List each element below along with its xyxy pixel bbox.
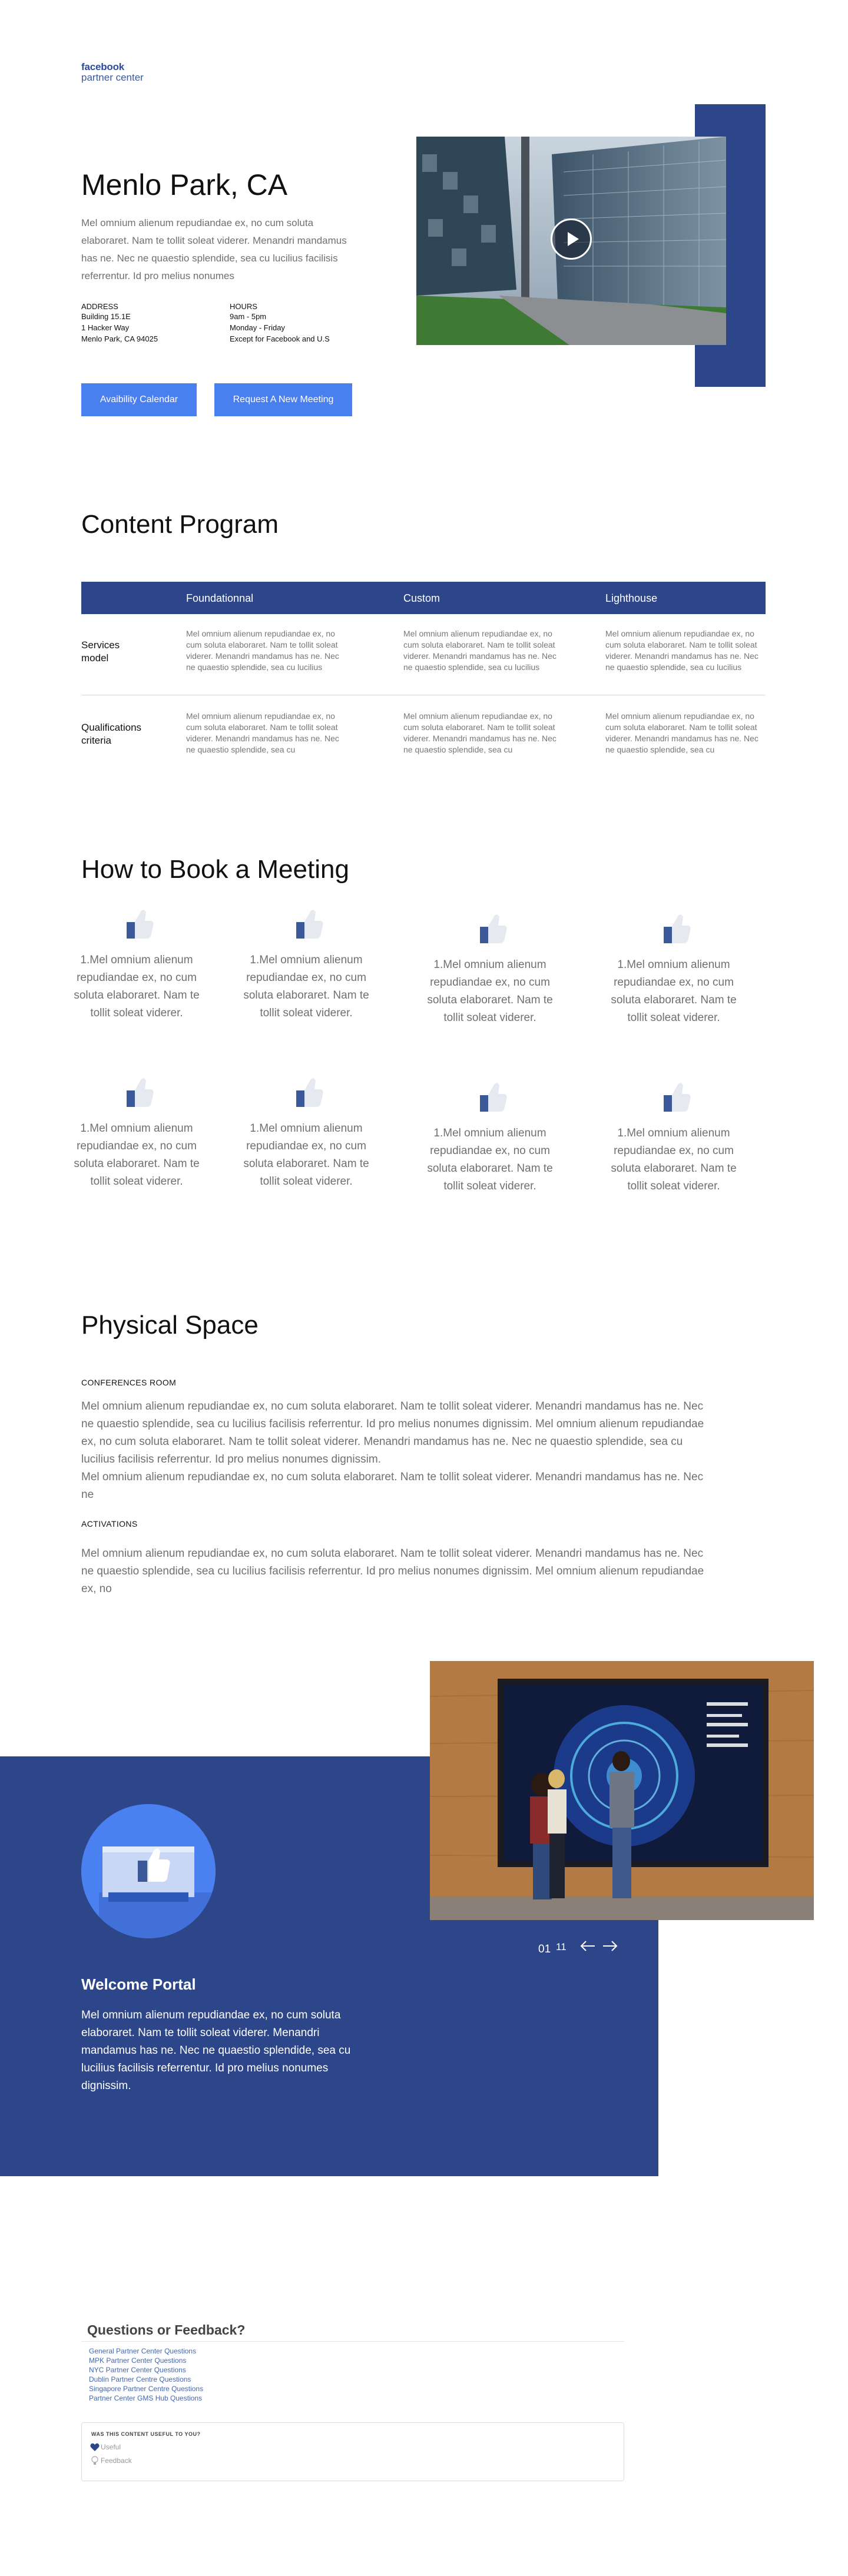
booking-step: 1.Mel omnium alienum repudiandae ex, no … [66,1075,207,1191]
link-dublin-questions[interactable]: Dublin Partner Centre Questions [89,2375,191,2383]
portal-illustration [81,1804,216,1938]
table-row: Qualifications criteria Mel omnium alien… [81,711,766,770]
booking-step-text: 1.Mel omnium alienum repudiandae ex, no … [427,959,553,1024]
availability-calendar-button[interactable]: Avaibility Calendar [81,383,197,416]
booking-step: 1.Mel omnium alienum repudiandae ex, no … [419,1080,561,1195]
table-cell: Mel omnium alienum repudiandae ex, no cu… [403,711,556,754]
row-label: Qualifications criteria [81,722,142,746]
link-nyc-questions[interactable]: NYC Partner Center Questions [89,2366,186,2374]
heart-icon[interactable] [90,2443,100,2451]
request-meeting-button[interactable]: Request A New Meeting [214,383,352,416]
link-mpk-questions[interactable]: MPK Partner Center Questions [89,2356,186,2365]
booking-title: How to Book a Meeting [81,855,349,884]
conference-room-text: Mel omnium alienum repudiandae ex, no cu… [81,1400,704,1466]
conference-room-label: CONFERENCES ROOM [81,1378,177,1387]
link-gms-hub-questions[interactable]: Partner Center GMS Hub Questions [89,2394,202,2402]
hours-line: Monday - Friday [230,323,285,332]
page-title: Menlo Park, CA [81,168,288,201]
booking-step: 1.Mel omnium alienum repudiandae ex, no … [236,1075,377,1191]
pager-current: 01 [538,1943,551,1955]
hero-video[interactable] [416,137,726,345]
hours-line: Except for Facebook and U.S [230,334,330,343]
feedback-title: Questions or Feedback? [87,2322,246,2338]
booking-step-text: 1.Mel omnium alienum repudiandae ex, no … [243,954,369,1019]
booking-step-text: 1.Mel omnium alienum repudiandae ex, no … [427,1127,553,1192]
booking-step: 1.Mel omnium alienum repudiandae ex, no … [603,1080,744,1195]
content-program-title: Content Program [81,510,279,539]
booking-step-text: 1.Mel omnium alienum repudiandae ex, no … [74,954,200,1019]
address-line: 1 Hacker Way [81,323,130,332]
table-cell: Mel omnium alienum repudiandae ex, no cu… [186,629,339,672]
hours-line: 9am - 5pm [230,312,267,321]
program-table-header: Foundationnal Custom Lighthouse [81,582,766,614]
table-cell: Mel omnium alienum repudiandae ex, no cu… [605,711,758,754]
arrow-right-icon[interactable] [602,1938,618,1954]
table-row: Services model Mel omnium alienum repudi… [81,628,766,687]
lightbulb-icon[interactable] [91,2456,98,2465]
booking-step: 1.Mel omnium alienum repudiandae ex, no … [603,911,744,1027]
column-header: Custom [403,592,440,604]
feedback-option[interactable]: Feedback [101,2456,132,2465]
thumbs-up-icon [289,907,323,941]
physical-space-title: Physical Space [81,1311,259,1340]
table-cell: Mel omnium alienum repudiandae ex, no cu… [403,629,556,672]
column-header: Foundationnal [186,592,254,604]
thumbs-up-icon [473,911,507,946]
thumbs-up-icon [120,1075,154,1109]
address-block: ADDRESS Building 15.1E 1 Hacker Way Menl… [81,302,158,344]
booking-step: 1.Mel omnium alienum repudiandae ex, no … [236,907,377,1022]
activations-label: ACTIVATIONS [81,1519,138,1529]
thumbs-up-icon [657,911,691,946]
hours-label: HOURS [230,302,257,311]
address-label: ADDRESS [81,302,118,311]
feedback-divider [81,2341,624,2342]
booking-step-text: 1.Mel omnium alienum repudiandae ex, no … [611,1127,737,1192]
hours-block: HOURS 9am - 5pm Monday - Friday Except f… [230,302,330,344]
booking-step: 1.Mel omnium alienum repudiandae ex, no … [419,911,561,1027]
play-icon[interactable] [551,218,592,260]
booking-step-text: 1.Mel omnium alienum repudiandae ex, no … [611,959,737,1024]
booking-step: 1.Mel omnium alienum repudiandae ex, no … [66,907,207,1022]
useful-option[interactable]: Useful [101,2443,121,2451]
pager-total: 11 [556,1941,567,1952]
feedback-card: WAS THIS CONTENT USEFUL TO YOU? Useful F… [81,2422,624,2481]
arrow-left-icon[interactable] [579,1938,596,1954]
table-cell: Mel omnium alienum repudiandae ex, no cu… [186,711,339,754]
feedback-question: WAS THIS CONTENT USEFUL TO YOU? [91,2431,201,2437]
wall-display-photo [430,1661,814,1920]
booking-step-text: 1.Mel omnium alienum repudiandae ex, no … [74,1122,200,1188]
address-line: Building 15.1E [81,312,131,321]
thumbs-up-icon [120,907,154,941]
thumbs-up-icon [657,1080,691,1114]
laptop-thumbs-up-icon [81,1804,216,1938]
link-general-questions[interactable]: General Partner Center Questions [89,2347,196,2355]
address-line: Menlo Park, CA 94025 [81,334,158,343]
brand-logo-subtitle: partner center [81,72,144,83]
hero-description: Mel omnium alienum repudiandae ex, no cu… [81,217,347,281]
table-cell: Mel omnium alienum repudiandae ex, no cu… [605,629,758,672]
thumbs-up-icon [473,1080,507,1114]
portal-photo [430,1661,814,1920]
link-singapore-questions[interactable]: Singapore Partner Centre Questions [89,2385,203,2393]
conference-room-text-2: Mel omnium alienum repudiandae ex, no cu… [81,1471,704,1501]
activations-text: Mel omnium alienum repudiandae ex, no cu… [81,1547,704,1595]
column-header: Lighthouse [605,592,658,604]
booking-step-text: 1.Mel omnium alienum repudiandae ex, no … [243,1122,369,1188]
brand-logo-facebook[interactable]: facebook [81,61,124,73]
row-label: Services model [81,639,120,664]
thumbs-up-icon [289,1075,323,1109]
portal-description: Mel omnium alienum repudiandae ex, no cu… [81,2009,351,2092]
portal-title: Welcome Portal [81,1975,196,1993]
